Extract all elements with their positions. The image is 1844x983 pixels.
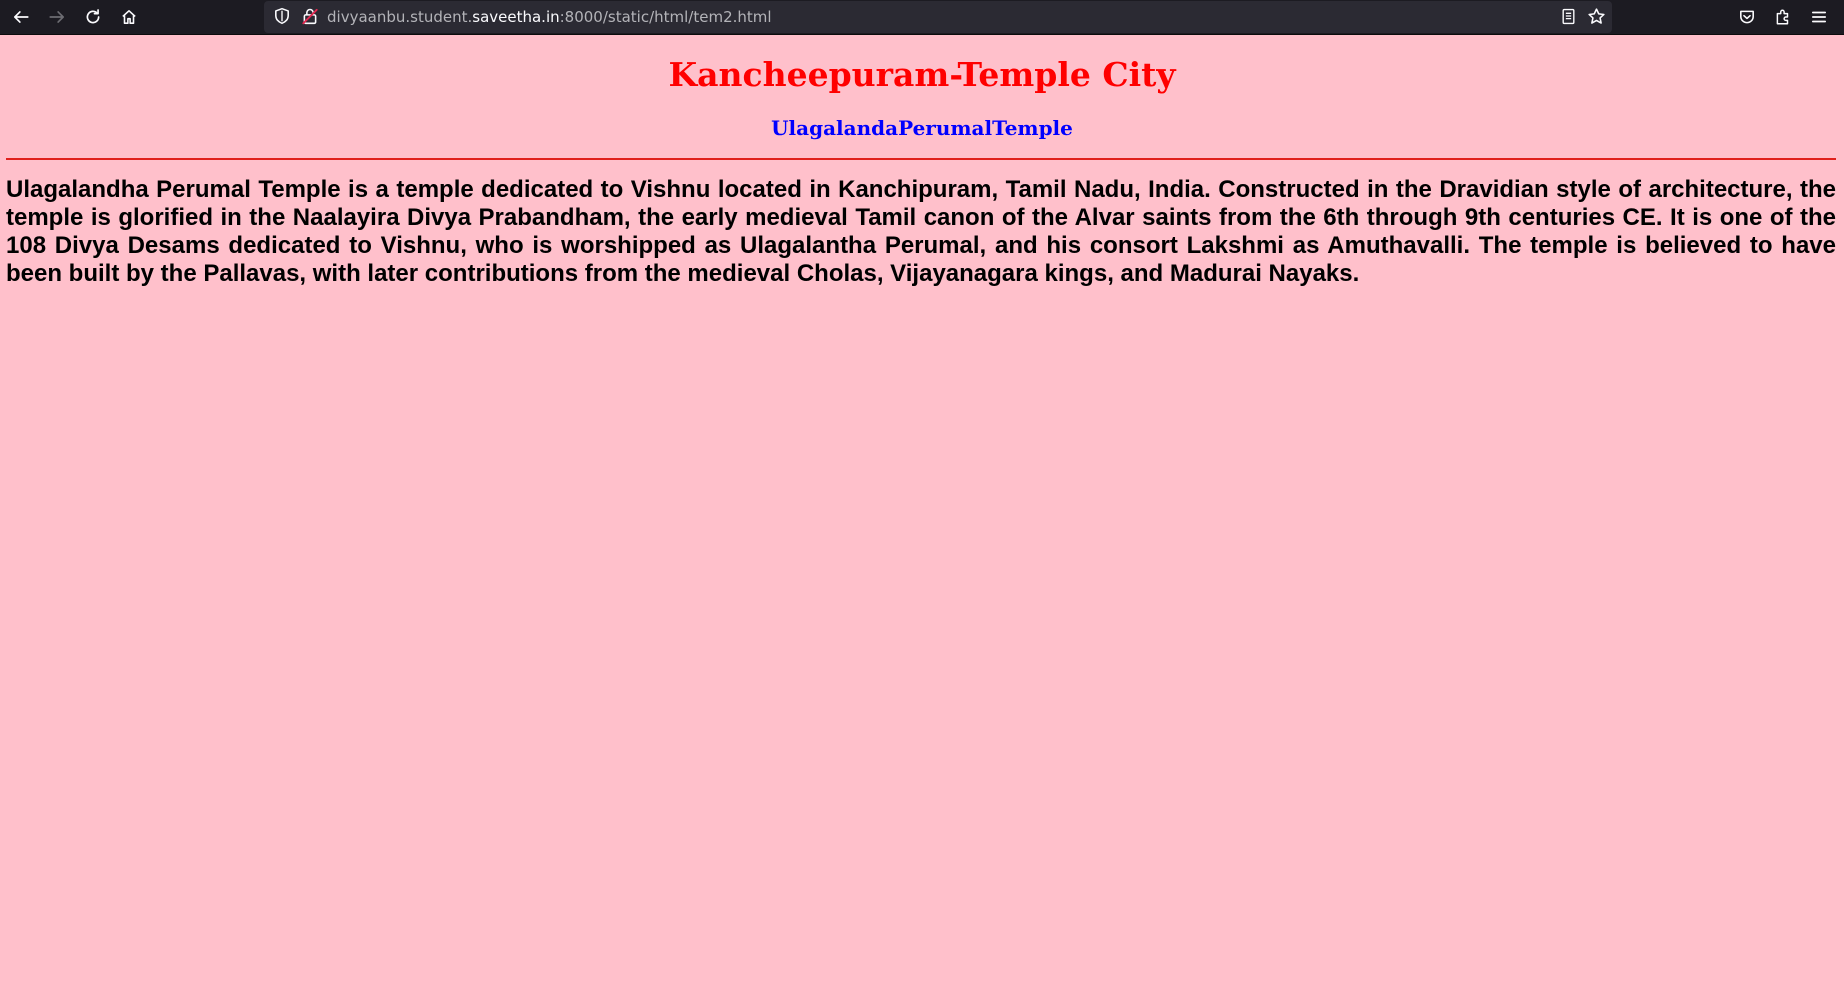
page-title: Kancheepuram-Temple City bbox=[668, 55, 1176, 94]
home-button[interactable] bbox=[115, 3, 143, 31]
url-text[interactable]: divyaanbu.student.saveetha.in:8000/stati… bbox=[327, 8, 772, 26]
reload-button[interactable] bbox=[79, 3, 107, 31]
forward-arrow-icon bbox=[49, 11, 65, 23]
address-bar[interactable]: divyaanbu.student.saveetha.in:8000/stati… bbox=[264, 1, 1612, 33]
extensions-icon bbox=[1776, 9, 1789, 25]
lock-icon bbox=[302, 8, 318, 25]
app-menu-button[interactable] bbox=[1805, 3, 1833, 31]
forward-button[interactable] bbox=[43, 3, 71, 31]
bookmark-button[interactable] bbox=[1587, 7, 1606, 31]
browser-toolbar: divyaanbu.student.saveetha.in:8000/stati… bbox=[0, 0, 1844, 35]
url-suffix: :8000/static/html/tem2.html bbox=[559, 8, 772, 26]
description-paragraph: Ulagalandha Perumal Temple is a temple d… bbox=[6, 176, 1836, 287]
page-content: Kancheepuram-Temple City UlagalandaPerum… bbox=[0, 35, 1844, 983]
back-arrow-icon bbox=[13, 11, 29, 23]
back-button[interactable] bbox=[7, 3, 35, 31]
pocket-icon bbox=[1740, 10, 1754, 24]
home-icon bbox=[122, 10, 136, 24]
url-prefix: divyaanbu.student. bbox=[327, 8, 473, 26]
horizontal-rule bbox=[6, 158, 1836, 160]
tracking-protection-button[interactable] bbox=[273, 7, 291, 30]
menu-icon bbox=[1811, 11, 1827, 23]
page-subtitle: UlagalandaPerumalTemple bbox=[771, 116, 1073, 140]
shield-icon bbox=[275, 7, 289, 25]
site-security-button[interactable] bbox=[301, 7, 319, 30]
pocket-button[interactable] bbox=[1733, 3, 1761, 31]
bookmark-star-icon bbox=[1588, 8, 1605, 24]
extensions-button[interactable] bbox=[1769, 3, 1797, 31]
reader-view-button[interactable] bbox=[1560, 8, 1577, 30]
reader-view-icon bbox=[1562, 8, 1575, 25]
url-domain: saveetha.in bbox=[472, 8, 560, 26]
reload-icon bbox=[86, 9, 100, 24]
